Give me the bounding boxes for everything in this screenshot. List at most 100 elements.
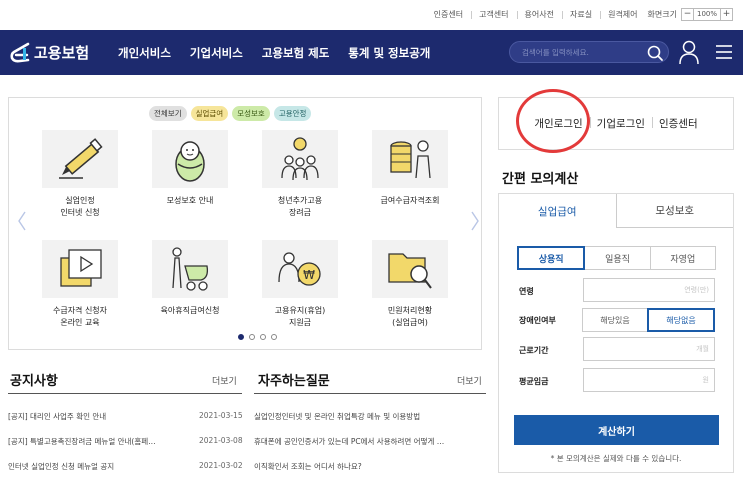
service-grid: 실업인정 인터넷 신청 모성보호 안내 청년추가고용 장려금 급여수급자격조회 … [25, 130, 465, 342]
util-link-remote-control[interactable]: 원격제어 [600, 9, 645, 20]
notice-more-link[interactable]: 더보기 [212, 374, 237, 387]
faq-more-link[interactable]: 더보기 [457, 374, 482, 387]
service-icon-box [372, 240, 448, 298]
category-filter: 전체보기 실업급여 모성보호 고용안정 [149, 106, 315, 121]
search-icon[interactable] [646, 44, 664, 62]
slider-next-icon[interactable] [470, 210, 480, 232]
tab-maternity[interactable]: 모성보호 [616, 194, 733, 228]
stroller-icon [172, 247, 209, 291]
service-icon-box [152, 130, 228, 188]
service-item[interactable]: 모성보호 안내 [135, 130, 245, 232]
tab-unemployment-benefit[interactable]: 실업급여 [499, 194, 617, 228]
nav-statistics[interactable]: 통계 및 정보공개 [348, 45, 430, 61]
service-label: 고용유지(휴업) 지원금 [274, 306, 326, 327]
job-type-daily[interactable]: 일용직 [584, 246, 651, 270]
service-item[interactable]: 급여수급자격조회 [355, 130, 465, 232]
service-icon-box [152, 240, 228, 298]
util-link-archive[interactable]: 자료실 [561, 9, 600, 20]
util-link-customer-center[interactable]: 고객센터 [471, 9, 516, 20]
service-icon-box: ₩ [262, 240, 338, 298]
disability-no[interactable]: 해당없음 [647, 308, 715, 332]
work-period-input[interactable] [583, 337, 715, 361]
service-slider: 전체보기 실업급여 모성보호 고용안정 실업인정 인터넷 신청 모성보호 안내 … [8, 97, 482, 350]
faq-row[interactable]: 이직확인서 조회는 어디서 하나요? [254, 461, 362, 472]
site-logo[interactable]: 고용보험 [8, 41, 112, 65]
average-wage-input[interactable] [583, 368, 715, 392]
service-icon-box [42, 240, 118, 298]
service-item[interactable]: 민원처리현황 (실업급여) [355, 240, 465, 342]
notice-title: 공지사항 [10, 374, 58, 389]
menu-icon[interactable] [714, 42, 734, 62]
util-link-cert-center[interactable]: 인증센터 [426, 9, 471, 20]
notice-row-date: 2021-03-08 [199, 436, 243, 445]
cert-center-link[interactable]: 인증센터 [651, 116, 705, 131]
coins-person-icon [390, 140, 431, 179]
search-input[interactable] [522, 45, 632, 59]
service-item[interactable]: 실업인정 인터넷 신청 [25, 130, 135, 232]
average-wage-label: 평균임금 [519, 377, 549, 386]
won-coin-people-icon: ₩ [278, 252, 321, 286]
nav-business-service[interactable]: 기업서비스 [190, 45, 243, 61]
service-icon-box [42, 130, 118, 188]
notice-row-date: 2021-03-15 [199, 411, 243, 420]
job-type-selector: 상용직 일용직 자영업 [517, 246, 716, 270]
age-input[interactable] [583, 278, 715, 302]
slider-dot-4[interactable] [271, 334, 277, 340]
disability-selector: 해당있음 해당없음 [582, 308, 715, 332]
calculate-button[interactable]: 계산하기 [514, 415, 719, 445]
calc-disclaimer: * 본 모의계산은 실제와 다를 수 있습니다. [550, 454, 682, 463]
pencil-icon [59, 138, 103, 179]
service-label: 실업인정 인터넷 신청 [60, 196, 100, 217]
category-employment-stability[interactable]: 고용안정 [273, 106, 312, 121]
notice-row-title[interactable]: 인터넷 실업인정 신청 메뉴얼 공지 [8, 461, 114, 472]
service-item[interactable]: 육아휴직급여신청 [135, 240, 245, 342]
calc-tabs: 실업급여 모성보호 [499, 194, 733, 228]
zoom-in-button[interactable]: + [720, 7, 733, 21]
notice-row-title[interactable]: [공지] 대리인 사업주 확인 안내 [8, 411, 106, 422]
work-period-label: 근로기간 [519, 346, 549, 355]
service-item[interactable]: ₩ 고용유지(휴업) 지원금 [245, 240, 355, 342]
slider-dot-1[interactable] [238, 334, 244, 340]
calc-box: 실업급여 모성보호 상용직 일용직 자영업 연령 장애인여부 해당있음 해당없음… [498, 193, 734, 473]
svg-text:₩: ₩ [303, 268, 315, 282]
logo-mark-icon [10, 42, 30, 62]
service-label: 민원처리현황 (실업급여) [387, 306, 433, 327]
age-label: 연령 [519, 287, 534, 296]
zoom-out-button[interactable]: − [680, 7, 694, 21]
folder-search-icon [388, 253, 432, 289]
nav-personal-service[interactable]: 개인서비스 [118, 45, 171, 61]
business-login-link[interactable]: 기업로그인 [589, 116, 652, 131]
baby-icon [175, 141, 205, 182]
category-all[interactable]: 전체보기 [149, 106, 187, 121]
video-play-icon [60, 249, 102, 287]
logo-text: 고용보험 [34, 44, 90, 62]
category-maternity[interactable]: 모성보호 [232, 106, 270, 121]
youth-idea-icon [281, 137, 319, 181]
service-item[interactable]: 청년추가고용 장려금 [245, 130, 355, 232]
faq-divider [254, 393, 486, 394]
notice-row-title[interactable]: [공지] 특별고용촉진장려금 메뉴얼 안내(홈페… [8, 436, 156, 447]
faq-row[interactable]: 휴대폰에 공인인증서가 있는데 PC에서 사용하려면 어떻게 … [254, 436, 444, 447]
calc-title: 간편 모의계산 [502, 172, 579, 187]
faq-row[interactable]: 실업인정인터넷 및 온라인 취업특강 메뉴 및 이용방법 [254, 411, 420, 422]
job-type-self-employed[interactable]: 자영업 [649, 246, 716, 270]
notice-row-date: 2021-03-02 [199, 461, 243, 470]
faq-title: 자주하는질문 [258, 374, 330, 389]
search-box [509, 41, 669, 63]
slider-dot-3[interactable] [260, 334, 266, 340]
category-unemployment[interactable]: 실업급여 [190, 106, 229, 121]
service-item[interactable]: 수급자격 신청자 온라인 교육 [25, 240, 135, 342]
user-icon[interactable] [678, 39, 700, 65]
main-header: 고용보험 개인서비스 기업서비스 고용보험 제도 통계 및 정보공개 [0, 30, 743, 75]
service-label: 청년추가고용 장려금 [277, 196, 323, 217]
slider-dot-2[interactable] [249, 334, 255, 340]
main-nav: 개인서비스 기업서비스 고용보험 제도 통계 및 정보공개 [118, 45, 449, 61]
disability-label: 장애인여부 [519, 316, 556, 325]
service-label: 급여수급자격조회 [380, 196, 440, 205]
job-type-regular[interactable]: 상용직 [517, 246, 586, 270]
disability-yes[interactable]: 해당있음 [582, 308, 648, 332]
utility-bar: 인증센터 고객센터 용어사전 자료실 원격제어 화면크기 − 100% + [0, 0, 743, 28]
util-link-glossary[interactable]: 용어사전 [516, 9, 562, 20]
zoom-value: 100% [693, 7, 720, 21]
nav-insurance-system[interactable]: 고용보험 제도 [262, 45, 329, 61]
